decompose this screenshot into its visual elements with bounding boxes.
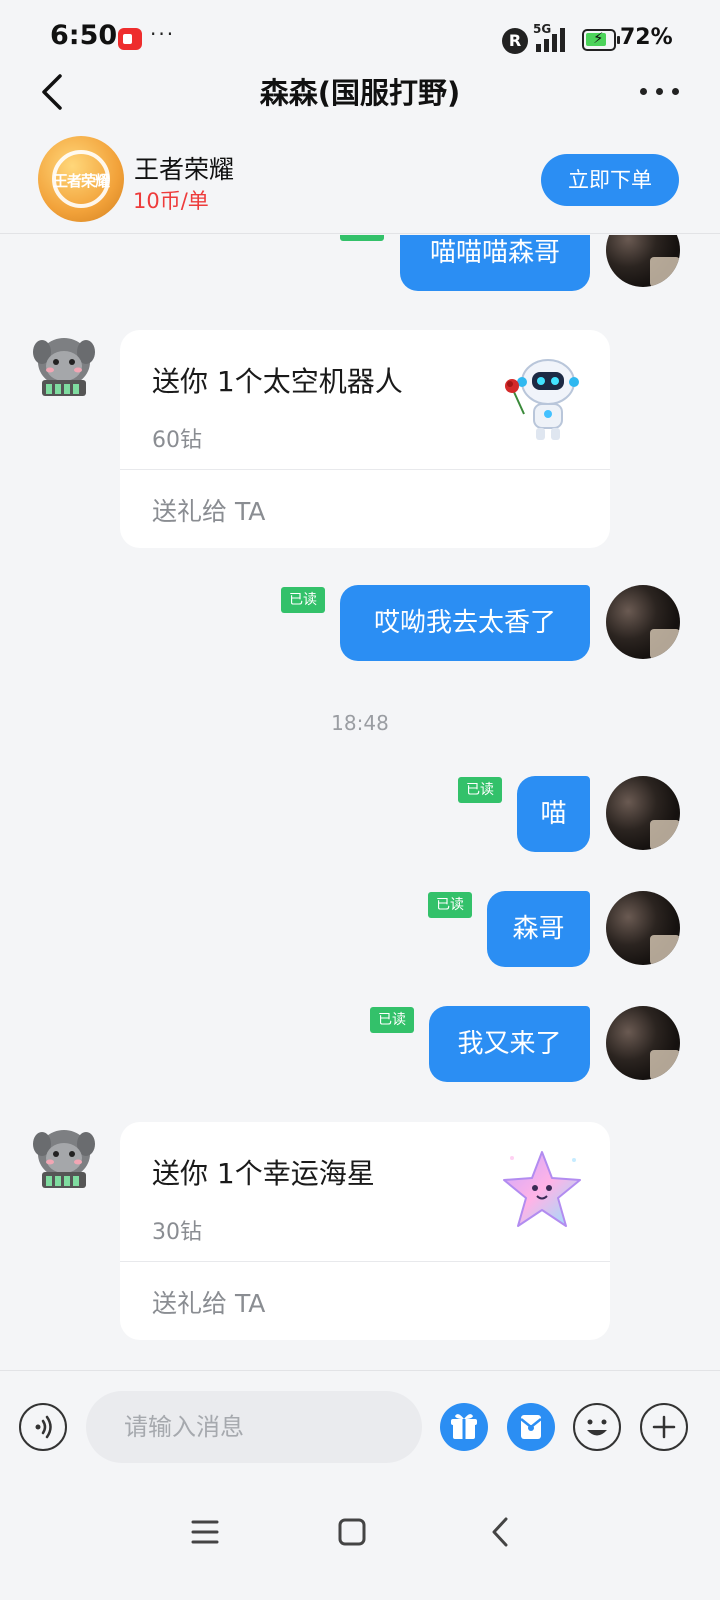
contact-avatar[interactable] [30,1122,98,1192]
gift-icon[interactable] [440,1403,488,1451]
service-card: 王者荣耀 王者荣耀 10币/单 立即下单 [0,124,720,234]
lucky-starfish-gift-icon [503,1151,581,1227]
outgoing-message[interactable]: 喵喵喵森哥 [400,235,590,291]
gift-price: 60钻 [152,428,202,453]
gift-card: 送你 1个太空机器人 60钻 送礼给 TA [120,330,610,548]
chat-title: 森森(国服打野) [259,76,461,110]
game-logo-text: 王者荣耀 [52,172,110,190]
red-packet-icon[interactable] [507,1403,555,1451]
status-more-dots: ··· [150,22,176,46]
my-avatar[interactable] [606,1006,680,1080]
gift-divider [120,469,610,470]
menu-icon[interactable] [175,1504,235,1560]
read-badge: 已读 [458,777,502,803]
input-bar [0,1370,720,1480]
read-badge [340,235,384,241]
gift-title: 送你 1个幸运海星 [152,1157,375,1190]
home-icon[interactable] [322,1504,382,1560]
chat-messages[interactable]: 喵喵喵森哥 送你 1个太空机器人 60钻 送礼给 TA 已读 哎呦我去太香了 1… [0,235,720,1370]
more-icon[interactable] [638,76,682,106]
my-avatar[interactable] [606,235,680,287]
send-gift-link[interactable]: 送礼给 TA [152,492,265,528]
gift-card: 送你 1个幸运海星 30钻 送礼给 TA [120,1122,610,1340]
outgoing-message[interactable]: 喵 [517,776,590,852]
game-logo: 王者荣耀 [38,136,124,222]
emoji-icon[interactable] [573,1403,621,1451]
read-badge: 已读 [428,892,472,918]
space-robot-gift-icon [505,359,579,440]
battery-percent: 72% [620,25,673,50]
gift-divider [120,1261,610,1262]
system-nav-bar [0,1480,720,1600]
contact-avatar[interactable] [30,330,98,400]
nav-back-icon[interactable] [470,1504,530,1560]
screen-record-icon [118,28,142,50]
service-price: 10币/单 [133,189,209,213]
voice-icon[interactable] [19,1403,67,1451]
roaming-icon: R [502,28,528,54]
my-avatar[interactable] [606,891,680,965]
gift-title: 送你 1个太空机器人 [152,365,403,398]
read-badge: 已读 [370,1007,414,1033]
gift-price: 30钻 [152,1220,202,1245]
send-gift-link[interactable]: 送礼给 TA [152,1284,265,1320]
status-time: 6:50 [50,20,118,51]
message-input[interactable] [86,1391,422,1463]
my-avatar[interactable] [606,776,680,850]
outgoing-message[interactable]: 我又来了 [429,1006,590,1082]
outgoing-message[interactable]: 哎呦我去太香了 [340,585,590,661]
battery-icon: ⚡ [582,29,620,51]
message-timestamp: 18:48 [331,711,389,735]
order-now-button[interactable]: 立即下单 [541,154,679,206]
signal-icon [536,28,565,52]
service-name: 王者荣耀 [134,155,235,184]
my-avatar[interactable] [606,585,680,659]
plus-icon[interactable] [640,1403,688,1451]
chat-header: 森森(国服打野) [0,60,720,122]
outgoing-message[interactable]: 森哥 [487,891,590,967]
read-badge: 已读 [281,587,325,613]
